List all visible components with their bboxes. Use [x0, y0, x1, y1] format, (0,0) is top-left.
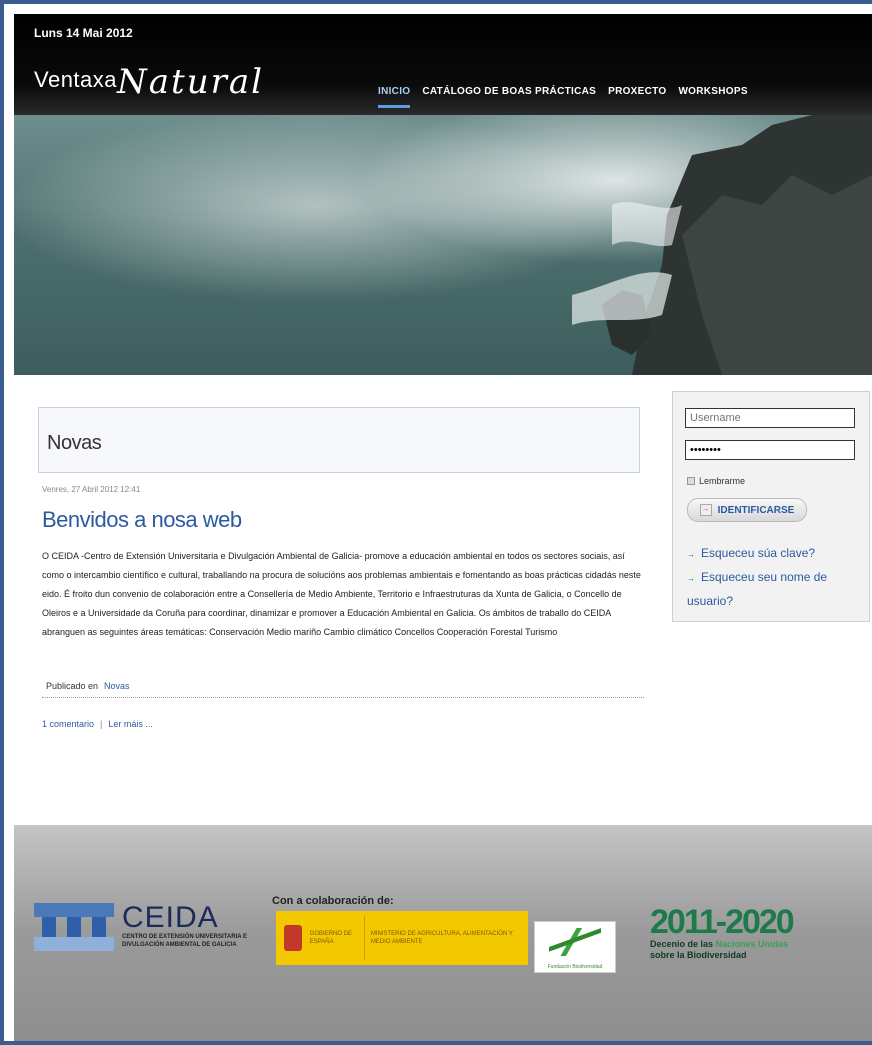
- published-in: Publicado en Novas: [42, 679, 644, 698]
- login-links: → Esqueceu súa clave? → Esqueceu seu nome …: [687, 542, 863, 612]
- rocks-illustration: [572, 115, 872, 375]
- ceida-name: CEIDA: [122, 901, 219, 934]
- gobierno-text: GOBIERNO DE ESPAÑA: [309, 931, 353, 945]
- page: Luns 14 Mai 2012 VentaxaNatural INICIO C…: [14, 14, 872, 1041]
- login-button-label: IDENTIFICARSE: [717, 504, 795, 516]
- main-content: Novas Venres, 27 Abril 2012 12:41 Benvid…: [14, 375, 872, 825]
- ceida-logo[interactable]: CEIDA CENTRO DE EXTENSIÓN UNIVERSITARIA …: [34, 903, 252, 951]
- forgot-password-link[interactable]: Esqueceu súa clave?: [701, 546, 815, 560]
- current-date: Luns 14 Mai 2012: [34, 26, 133, 40]
- nav-workshops[interactable]: WORKSHOPS: [678, 86, 747, 108]
- username-input[interactable]: [685, 408, 855, 428]
- read-more-link[interactable]: Ler máis ...: [108, 719, 153, 729]
- grass-icon: [549, 928, 601, 956]
- page-frame: Luns 14 Mai 2012 VentaxaNatural INICIO C…: [0, 0, 872, 1045]
- section-title: Novas: [47, 432, 102, 454]
- decade-years: 2011-2020: [650, 903, 795, 941]
- ceida-subtitle: CENTRO DE EXTENSIÓN UNIVERSITARIA E DIVU…: [122, 934, 248, 948]
- section-header: Novas: [38, 407, 640, 473]
- remember-checkbox[interactable]: [687, 477, 695, 485]
- arrow-right-icon: →: [699, 504, 712, 516]
- login-panel: Lembrarme → IDENTIFICARSE → Esqueceu súa …: [672, 391, 870, 622]
- ceida-mark-icon: [34, 903, 114, 951]
- published-category-link[interactable]: Novas: [104, 681, 130, 691]
- arrow-bullet-icon: →: [687, 550, 695, 559]
- post-title[interactable]: Benvidos a nosa web: [42, 507, 242, 533]
- banner-image: [14, 115, 872, 375]
- biodiversity-decade-logo[interactable]: 2011-2020 Decenio de las Naciones Unidas…: [650, 903, 795, 961]
- spain-shield-icon: [284, 925, 302, 951]
- remember-label: Lembrarme: [699, 476, 746, 486]
- ministry-logo[interactable]: GOBIERNO DE ESPAÑA MINISTERIO DE AGRICUL…: [276, 911, 528, 965]
- forgot-username-item[interactable]: → Esqueceu seu nome de usuario?: [687, 566, 863, 612]
- password-input[interactable]: [685, 440, 855, 460]
- site-footer: CEIDA CENTRO DE EXTENSIÓN UNIVERSITARIA …: [14, 825, 872, 1041]
- nav-inicio[interactable]: INICIO: [378, 86, 411, 108]
- logo-natural: Natural: [117, 62, 264, 102]
- nav-catalogo[interactable]: CATÁLOGO DE BOAS PRÁCTICAS: [422, 86, 596, 108]
- forgot-username-link[interactable]: Esqueceu seu nome de usuario?: [687, 570, 827, 608]
- decade-line1: Decenio de las Naciones Unidas: [650, 939, 789, 949]
- post-date: Venres, 27 Abril 2012 12:41: [42, 485, 141, 494]
- arrow-bullet-icon: →: [687, 574, 695, 583]
- main-nav: INICIO CATÁLOGO DE BOAS PRÁCTICAS PROXEC…: [378, 86, 748, 108]
- decade-line2: sobre la Biodiversidad: [650, 950, 747, 960]
- link-separator: |: [100, 719, 103, 729]
- forgot-password-item[interactable]: → Esqueceu súa clave?: [687, 542, 863, 566]
- fundacion-text: Fundación Biodiversidad: [547, 964, 603, 970]
- post-links: 1 comentario | Ler máis ...: [42, 719, 153, 729]
- remember-row[interactable]: Lembrarme: [687, 476, 745, 486]
- login-button[interactable]: → IDENTIFICARSE: [687, 498, 807, 522]
- nav-proxecto[interactable]: PROXECTO: [608, 86, 666, 108]
- logo-ventaxa: Ventaxa: [34, 67, 118, 92]
- ceida-text: CEIDA CENTRO DE EXTENSIÓN UNIVERSITARIA …: [122, 903, 252, 951]
- site-header: Luns 14 Mai 2012 VentaxaNatural INICIO C…: [14, 14, 872, 115]
- fundacion-logo[interactable]: Fundación Biodiversidad: [534, 921, 616, 973]
- ministry-text: MINISTERIO DE AGRICULTURA, ALIMENTACIÓN …: [370, 931, 513, 945]
- published-label: Publicado en: [46, 681, 99, 691]
- post-body: O CEIDA -Centro de Extensión Universitar…: [42, 551, 641, 637]
- collaboration-label: Con a colaboración de:: [272, 895, 394, 907]
- site-logo[interactable]: VentaxaNatural: [34, 62, 264, 102]
- comments-link[interactable]: 1 comentario: [42, 719, 94, 729]
